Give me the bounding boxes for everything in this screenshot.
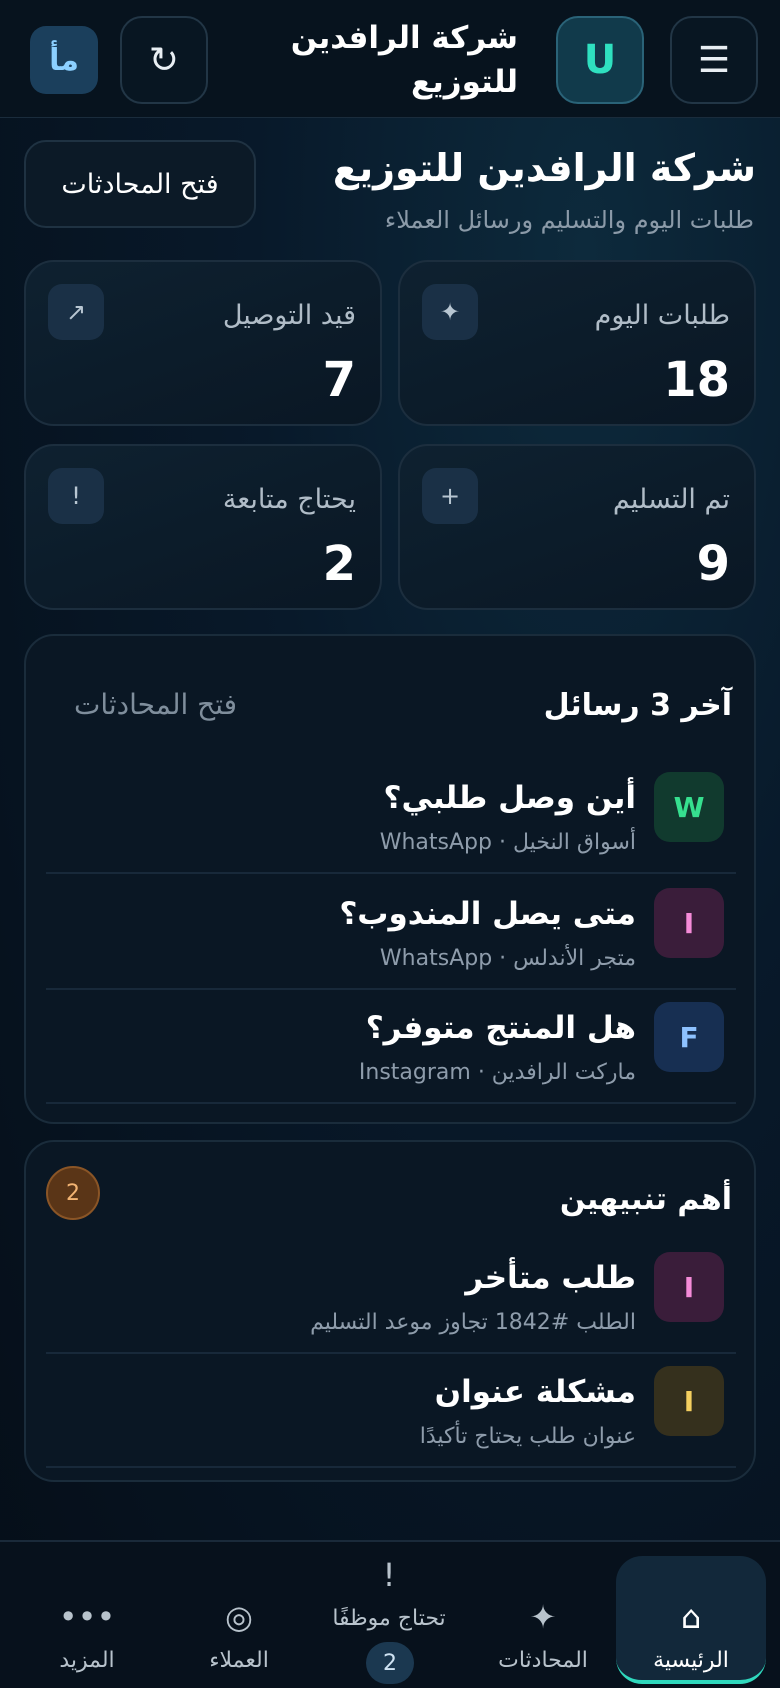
alert-title: طلب متأخر [465,1260,636,1296]
stat-label: تم التسليم [612,484,730,515]
stat-card-delivered[interactable]: تم التسليم 9 + [398,444,756,610]
alert-title: مشكلة عنوان [434,1374,636,1410]
message-title: هل المنتج متوفر؟ [365,1010,636,1046]
open-conversations-link[interactable]: فتح المحادثات [74,688,237,721]
nav-conversations[interactable]: ✦ المحادثات [468,1542,618,1688]
alert-item[interactable]: I مشكلة عنوان عنوان طلب يحتاج تأكيدًا [46,1354,736,1468]
nav-label: تحتاج موظفًا [332,1606,446,1631]
alert-detail: عنوان طلب يحتاج تأكيدًا [419,1424,636,1449]
exclamation-icon: ! [382,1556,396,1594]
recent-messages-panel: آخر 3 رسائل فتح المحادثات W أين وصل طلبي… [24,634,756,1124]
needs-staff-badge: 2 [366,1642,414,1684]
nav-needs-staff[interactable]: ! تحتاج موظفًا 2 [314,1542,464,1688]
logo-letter: U [583,37,617,83]
nav-more[interactable]: ••• المزيد [12,1542,162,1688]
panel-title: آخر 3 رسائل [543,688,732,723]
arrow-up-right-icon: ↗ [48,284,104,340]
menu-button[interactable]: ☰ [670,16,758,104]
target-icon: ◎ [225,1598,253,1636]
open-conversations-button[interactable]: فتح المحادثات [24,140,256,228]
instagram-icon: I [654,888,724,958]
alert-detail: الطلب #1842 تجاوز موعد التسليم [310,1310,636,1335]
stat-value: 2 [322,536,356,592]
stat-card-needs-followup[interactable]: يحتاج متابعة 2 ! [24,444,382,610]
sparkle-icon: ✦ [422,284,478,340]
stat-value: 18 [663,352,730,408]
stat-label: يحتاج متابعة [222,484,356,515]
plus-icon: + [422,468,478,524]
message-title: أين وصل طلبي؟ [383,780,637,816]
message-source: متجر الأندلس · WhatsApp [379,946,636,971]
bottom-navigation: ⌂ الرئيسية ✦ المحادثات ! تحتاج موظفًا 2 … [0,1540,780,1688]
stat-value: 9 [696,536,730,592]
more-dots-icon: ••• [58,1598,116,1636]
avatar-initials: مأ [49,42,79,78]
alerts-count-badge: 2 [46,1166,100,1220]
sparkle-icon: ✦ [529,1598,557,1636]
brand-title: شركة الرافدين للتوزيع [290,20,518,100]
page-title: شركة الرافدين للتوزيع [332,146,756,190]
stat-label: قيد التوصيل [222,300,356,331]
stat-value: 7 [322,352,356,408]
alert-icon: I [654,1252,724,1322]
message-item[interactable]: F هل المنتج متوفر؟ ماركت الرافدين · Inst… [46,990,736,1104]
app-logo[interactable]: U [556,16,644,104]
nav-label: المزيد [59,1648,115,1673]
nav-label: الرئيسية [653,1648,729,1673]
panel-title: أهم تنبيهين [559,1182,732,1217]
refresh-button[interactable]: ↻ [120,16,208,104]
stat-label: طلبات اليوم [594,300,730,331]
stat-card-in-delivery[interactable]: قيد التوصيل 7 ↗ [24,260,382,426]
nav-home[interactable]: ⌂ الرئيسية [616,1556,766,1684]
alerts-panel: أهم تنبيهين 2 I طلب متأخر الطلب #1842 تج… [24,1140,756,1482]
exclamation-icon: ! [48,468,104,524]
alert-icon: I [654,1366,724,1436]
refresh-icon: ↻ [148,39,180,81]
page-subtitle: طلبات اليوم والتسليم ورسائل العملاء [384,206,754,234]
alert-item[interactable]: I طلب متأخر الطلب #1842 تجاوز موعد التسل… [46,1240,736,1354]
facebook-icon: F [654,1002,724,1072]
home-icon: ⌂ [680,1598,702,1636]
message-item[interactable]: I متى يصل المندوب؟ متجر الأندلس · WhatsA… [46,876,736,990]
message-source: ماركت الرافدين · Instagram [358,1060,636,1085]
nav-customers[interactable]: ◎ العملاء [164,1542,314,1688]
message-title: متى يصل المندوب؟ [339,896,636,932]
nav-label: العملاء [209,1648,269,1673]
message-source: أسواق النخيل · WhatsApp [379,830,636,855]
menu-icon: ☰ [697,39,731,81]
app-header: ☰ U شركة الرافدين للتوزيع ↻ مأ [0,0,780,118]
whatsapp-icon: W [654,772,724,842]
stat-card-today-orders[interactable]: طلبات اليوم 18 ✦ [398,260,756,426]
message-item[interactable]: W أين وصل طلبي؟ أسواق النخيل · WhatsApp [46,760,736,874]
nav-label: المحادثات [498,1648,588,1673]
user-avatar[interactable]: مأ [30,26,98,94]
